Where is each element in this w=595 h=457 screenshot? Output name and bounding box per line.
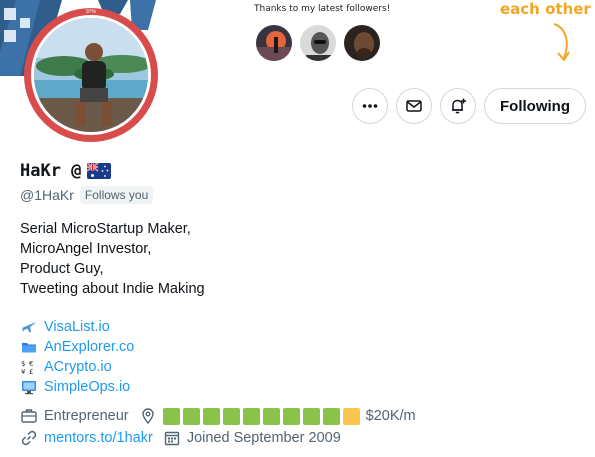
follows-you-badge: Follows you xyxy=(79,186,154,204)
svg-text:£: £ xyxy=(29,368,33,375)
avatar-progress-text: 97% xyxy=(85,9,96,15)
progress-square-green xyxy=(302,407,320,425)
link-visalist[interactable]: VisaList.io xyxy=(20,317,134,337)
progress-square-green xyxy=(202,407,220,425)
avatar-photo xyxy=(31,15,151,135)
bio-line: Product Guy, xyxy=(20,261,104,277)
joined-date-text: Joined September 2009 xyxy=(186,430,341,446)
mail-icon xyxy=(406,100,422,112)
message-button[interactable] xyxy=(396,88,432,124)
progress-square-green xyxy=(182,407,200,425)
svg-text:€: € xyxy=(29,360,33,368)
curly-arrow-icon xyxy=(553,23,570,62)
briefcase-icon xyxy=(21,409,37,423)
follower-avatar-2[interactable] xyxy=(298,23,338,63)
link-text[interactable]: VisaList.io xyxy=(44,317,110,337)
notifications-button[interactable] xyxy=(440,88,476,124)
link-acrypto[interactable]: $ € ¥ £ ACrypto.io xyxy=(20,357,134,377)
revenue-text: $20K/m xyxy=(365,408,416,424)
profile-meta-row-1: Entrepreneur $20K/m xyxy=(20,407,416,425)
location-pin-icon xyxy=(141,408,154,425)
progress-square-yellow xyxy=(342,407,360,425)
progress-squares xyxy=(162,407,360,425)
profile-avatar[interactable]: 97% xyxy=(24,8,158,142)
link-icon xyxy=(21,430,37,446)
calendar-icon xyxy=(164,431,180,446)
svg-text:¥: ¥ xyxy=(21,368,26,375)
link-text[interactable]: SimpleOps.io xyxy=(44,377,130,397)
more-dots-icon xyxy=(362,104,378,108)
user-handle: @1HaKr xyxy=(20,187,74,203)
progress-square-green xyxy=(162,407,180,425)
link-text[interactable]: ACrypto.io xyxy=(44,357,112,377)
follower-avatar-1[interactable] xyxy=(254,23,294,63)
display-name-text: HaKr @ xyxy=(20,161,82,181)
progress-square-green xyxy=(322,407,340,425)
svg-text:$: $ xyxy=(21,360,25,368)
thanks-followers-text: Thanks to my latest followers! xyxy=(254,4,391,14)
progress-square-green xyxy=(262,407,280,425)
australia-flag-icon xyxy=(87,163,112,179)
link-simpleops[interactable]: SimpleOps.io xyxy=(20,377,134,397)
progress-square-green xyxy=(222,407,240,425)
more-options-button[interactable] xyxy=(352,88,388,124)
currency-exchange-icon: $ € ¥ £ xyxy=(20,358,38,376)
each-other-text: each other xyxy=(500,0,591,18)
progress-square-green xyxy=(242,407,260,425)
bio-line: Tweeting about Indie Making xyxy=(20,281,205,297)
link-anexplorer[interactable]: AnExplorer.co xyxy=(20,337,134,357)
bio-line: MicroAngel Investor, xyxy=(20,241,152,257)
bell-plus-icon xyxy=(452,98,466,114)
computer-icon xyxy=(20,378,38,396)
profession-text: Entrepreneur xyxy=(44,408,129,424)
follower-avatar-3[interactable] xyxy=(342,23,382,63)
progress-square-green xyxy=(282,407,300,425)
following-button[interactable]: Following xyxy=(484,88,586,124)
website-link[interactable]: mentors.to/1hakr xyxy=(44,430,153,446)
profile-bio: Serial MicroStartup Maker, MicroAngel In… xyxy=(20,219,205,299)
display-name: HaKr @ xyxy=(20,161,112,181)
bio-links: VisaList.io AnExplorer.co $ € ¥ £ ACrypt… xyxy=(20,317,134,397)
folder-icon xyxy=(20,338,38,356)
link-text[interactable]: AnExplorer.co xyxy=(44,337,134,357)
profile-meta-row-2: mentors.to/1hakr Joined September 2009 xyxy=(20,429,341,447)
bio-line: Serial MicroStartup Maker, xyxy=(20,221,191,237)
handle-row: @1HaKr Follows you xyxy=(20,186,154,204)
airplane-icon xyxy=(20,318,38,336)
